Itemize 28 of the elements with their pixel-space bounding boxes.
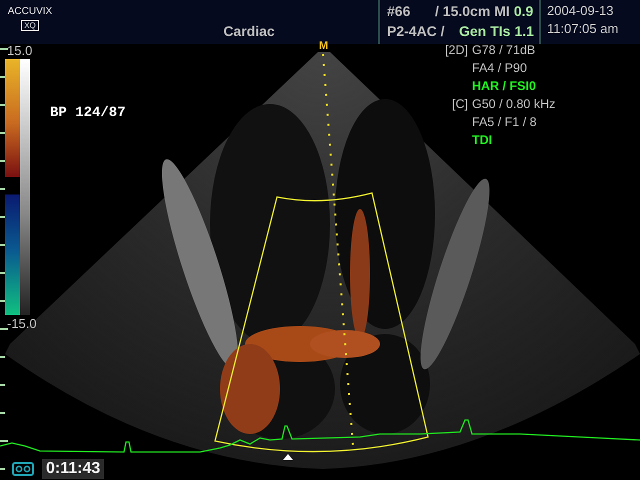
model-badge: XQ: [21, 20, 39, 31]
imaging-parameter: FA4 / P90: [472, 60, 527, 77]
probe-preset: P2-4AC /: [387, 22, 446, 41]
mi-label: MI: [494, 2, 510, 21]
mi-value: 0.9: [514, 2, 534, 21]
cine-time: 0:11:43: [42, 459, 104, 479]
exam-preset: Cardiac: [223, 22, 275, 41]
tis-label: TIs: [490, 22, 510, 41]
depth-value: / 15.0cm: [435, 2, 490, 21]
brand-logo: ACCUVIX: [8, 6, 52, 17]
imaging-parameter: TDI: [472, 132, 492, 149]
exam-date: 2004-09-13: [547, 2, 614, 20]
tis-mode: Gen: [459, 22, 486, 41]
imaging-parameter: HAR / FSI0: [472, 78, 536, 95]
imaging-parameter: G50 / 0.80 kHz: [472, 96, 556, 113]
blood-pressure-reading: BP 124/87: [50, 104, 126, 123]
frame-number: #66: [387, 2, 412, 21]
exam-time: 11:07:05 am: [547, 20, 618, 38]
mode-tag: [2D]: [438, 41, 472, 59]
cine-tape-icon: [12, 462, 34, 476]
scale-max-label: 15.0: [7, 44, 32, 57]
imaging-parameter: FA5 / F1 / 8: [472, 114, 537, 131]
tis-value: 1.1: [514, 22, 534, 41]
focus-marker-icon: [283, 454, 293, 460]
imaging-parameter: G78 / 71dB: [472, 42, 536, 59]
mode-tag: [C]: [438, 95, 472, 113]
scale-min-label: -15.0: [7, 317, 37, 330]
m-cursor-marker: M: [319, 39, 328, 54]
